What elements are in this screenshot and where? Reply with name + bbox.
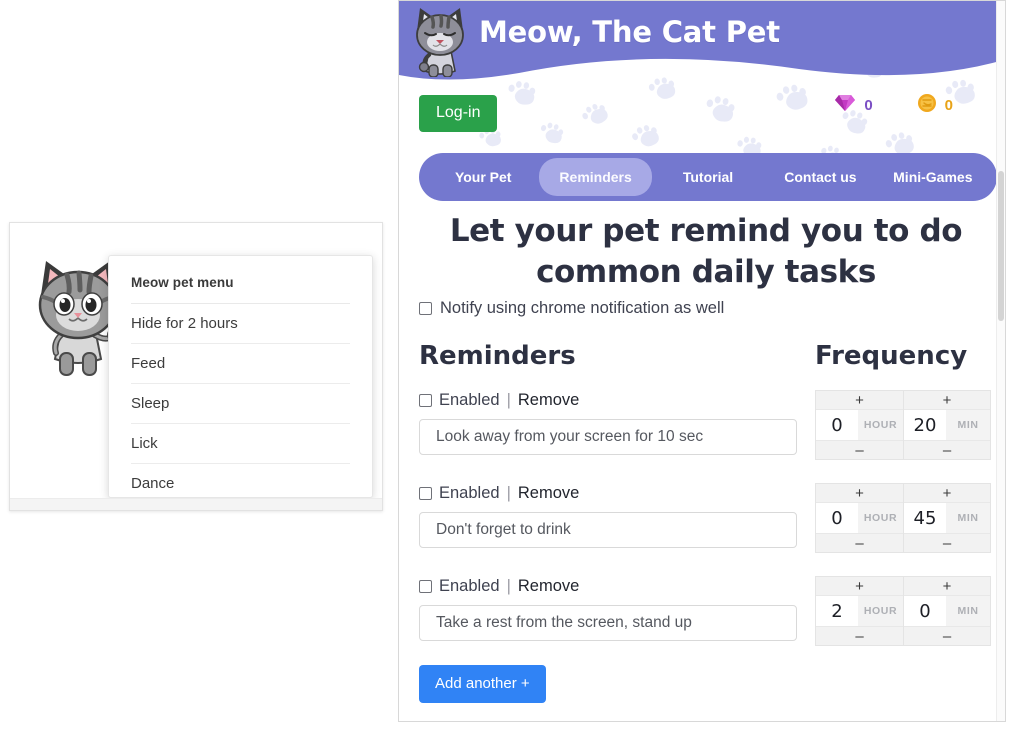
app-brand-header: Meow, The Cat Pet bbox=[399, 1, 1005, 83]
reminder-text-input[interactable]: Look away from your screen for 10 sec bbox=[419, 419, 797, 455]
hour-unit-label: HOUR bbox=[858, 410, 903, 440]
reminder-remove-link[interactable]: Remove bbox=[518, 484, 579, 503]
nav-item-tutorial[interactable]: Tutorial bbox=[652, 158, 764, 196]
minute-stepper-column: + 0 MIN – bbox=[903, 577, 990, 645]
hour-increment-button[interactable]: + bbox=[816, 391, 903, 410]
app-title: Meow, The Cat Pet bbox=[479, 15, 780, 49]
hour-value-row: 0 HOUR bbox=[816, 410, 903, 440]
minute-stepper-column: + 20 MIN – bbox=[903, 391, 990, 459]
nav-item-contact-us[interactable]: Contact us bbox=[764, 158, 876, 196]
hour-decrement-button[interactable]: – bbox=[816, 626, 903, 645]
reminder-row: Enabled | Remove Take a rest from the sc… bbox=[419, 573, 999, 666]
coin-currency[interactable]: 0 bbox=[917, 93, 953, 118]
frequency-stepper: + 0 HOUR – + 45 MIN – bbox=[815, 483, 991, 553]
add-another-button[interactable]: Add another + bbox=[419, 665, 546, 703]
reminder-separator: | bbox=[506, 483, 511, 502]
reminder-enabled-label: Enabled bbox=[439, 390, 500, 409]
hour-decrement-button[interactable]: – bbox=[816, 440, 903, 459]
minute-decrement-button[interactable]: – bbox=[904, 440, 990, 459]
pet-menu-item-lick[interactable]: Lick bbox=[131, 424, 350, 464]
chrome-notification-label: Notify using chrome notification as well bbox=[440, 299, 725, 317]
reminder-separator: | bbox=[506, 576, 511, 595]
hour-value[interactable]: 2 bbox=[816, 601, 858, 622]
minute-decrement-button[interactable]: – bbox=[904, 626, 990, 645]
coin-icon bbox=[917, 93, 937, 118]
minute-increment-button[interactable]: + bbox=[904, 391, 990, 410]
login-button[interactable]: Log-in bbox=[419, 95, 498, 132]
minute-decrement-button[interactable]: – bbox=[904, 533, 990, 552]
hour-unit-label: HOUR bbox=[858, 503, 903, 533]
hour-value-row: 0 HOUR bbox=[816, 503, 903, 533]
pet-menu-item-sleep[interactable]: Sleep bbox=[131, 384, 350, 424]
pet-overlay-panel: Meow pet menu Hide for 2 hours Feed Slee… bbox=[9, 222, 383, 511]
minute-unit-label: MIN bbox=[946, 410, 990, 440]
frequency-stepper: + 2 HOUR – + 0 MIN – bbox=[815, 576, 991, 646]
chrome-notification-checkbox[interactable] bbox=[419, 302, 432, 315]
frequency-heading: Frequency bbox=[815, 341, 968, 371]
minute-value-row: 0 MIN bbox=[904, 596, 990, 626]
reminder-text-input[interactable]: Don't forget to drink bbox=[419, 512, 797, 548]
pet-menu-item-feed[interactable]: Feed bbox=[131, 344, 350, 384]
reminder-enabled-label: Enabled bbox=[439, 576, 500, 595]
cat-logo-icon bbox=[409, 5, 471, 78]
minute-stepper-column: + 45 MIN – bbox=[903, 484, 990, 552]
nav-item-mini-games[interactable]: Mini-Games bbox=[877, 158, 989, 196]
minute-value[interactable]: 0 bbox=[904, 601, 946, 622]
reminder-row: Enabled | Remove Look away from your scr… bbox=[419, 387, 999, 480]
hour-stepper-column: + 0 HOUR – bbox=[816, 484, 903, 552]
pet-context-menu: Meow pet menu Hide for 2 hours Feed Slee… bbox=[108, 255, 373, 498]
reminder-row: Enabled | Remove Don't forget to drink +… bbox=[419, 480, 999, 573]
chrome-notification-row: Notify using chrome notification as well bbox=[419, 299, 724, 318]
hour-stepper-column: + 0 HOUR – bbox=[816, 391, 903, 459]
coin-count: 0 bbox=[944, 97, 953, 114]
hour-value-row: 2 HOUR bbox=[816, 596, 903, 626]
screenshot-root: Meow pet menu Hide for 2 hours Feed Slee… bbox=[0, 0, 1024, 731]
hour-value[interactable]: 0 bbox=[816, 415, 858, 436]
reminder-text-input[interactable]: Take a rest from the screen, stand up bbox=[419, 605, 797, 641]
hour-value[interactable]: 0 bbox=[816, 508, 858, 529]
reminder-remove-link[interactable]: Remove bbox=[518, 577, 579, 596]
hour-stepper-column: + 2 HOUR – bbox=[816, 577, 903, 645]
app-scrollbar[interactable] bbox=[996, 1, 1005, 721]
minute-unit-label: MIN bbox=[946, 596, 990, 626]
nav-item-reminders[interactable]: Reminders bbox=[539, 158, 652, 196]
meow-cat-pet-app-panel: Meow, The Cat Pet Log-in 0 0 Your Pet Re… bbox=[398, 0, 1006, 722]
pet-panel-footer bbox=[10, 498, 382, 510]
reminder-enabled-checkbox[interactable] bbox=[419, 393, 432, 407]
reminder-list: Enabled | Remove Look away from your scr… bbox=[419, 387, 999, 666]
hour-decrement-button[interactable]: – bbox=[816, 533, 903, 552]
minute-value[interactable]: 45 bbox=[904, 508, 946, 529]
gem-currency[interactable]: 0 bbox=[834, 93, 873, 118]
hour-unit-label: HOUR bbox=[858, 596, 903, 626]
gem-icon bbox=[834, 93, 856, 118]
page-headline: Let your pet remind you to do common dai… bbox=[449, 213, 963, 290]
minute-increment-button[interactable]: + bbox=[904, 577, 990, 596]
main-navigation: Your Pet Reminders Tutorial Contact us M… bbox=[419, 153, 997, 201]
hour-increment-button[interactable]: + bbox=[816, 577, 903, 596]
minute-value[interactable]: 20 bbox=[904, 415, 946, 436]
scrollbar-thumb[interactable] bbox=[998, 171, 1004, 321]
minute-unit-label: MIN bbox=[946, 503, 990, 533]
minute-increment-button[interactable]: + bbox=[904, 484, 990, 503]
gem-count: 0 bbox=[864, 97, 873, 114]
reminders-heading: Reminders bbox=[419, 341, 576, 371]
frequency-stepper: + 0 HOUR – + 20 MIN – bbox=[815, 390, 991, 460]
reminder-remove-link[interactable]: Remove bbox=[518, 391, 579, 410]
nav-item-your-pet[interactable]: Your Pet bbox=[427, 158, 539, 196]
minute-value-row: 45 MIN bbox=[904, 503, 990, 533]
minute-value-row: 20 MIN bbox=[904, 410, 990, 440]
pet-menu-item-hide[interactable]: Hide for 2 hours bbox=[131, 304, 350, 344]
reminder-enabled-checkbox[interactable] bbox=[419, 579, 432, 593]
reminder-enabled-checkbox[interactable] bbox=[419, 486, 432, 500]
reminder-enabled-label: Enabled bbox=[439, 483, 500, 502]
section-headers: Reminders Frequency bbox=[419, 341, 997, 371]
pet-menu-title: Meow pet menu bbox=[131, 256, 350, 304]
reminder-separator: | bbox=[506, 390, 511, 409]
hour-increment-button[interactable]: + bbox=[816, 484, 903, 503]
currency-bar: 0 0 bbox=[834, 93, 953, 118]
